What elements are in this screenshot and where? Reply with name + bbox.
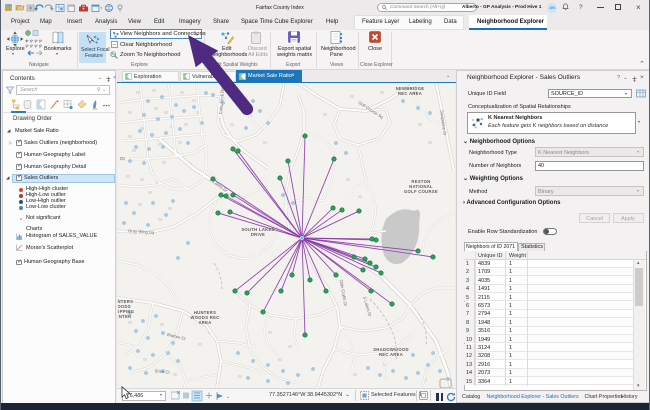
svg-text:AREA: AREA [198,320,211,325]
svg-text:⌄: ⌄ [226,394,230,400]
svg-text:GOLF COURSE: GOLF COURSE [404,189,438,194]
svg-text:REC AREA: REC AREA [398,91,422,96]
svg-text:REC AREA: REC AREA [379,352,403,357]
svg-text:Dv: Dv [120,156,126,161]
svg-text:DRIVE: DRIVE [251,232,265,237]
svg-text:CENTER: CENTER [118,314,132,319]
